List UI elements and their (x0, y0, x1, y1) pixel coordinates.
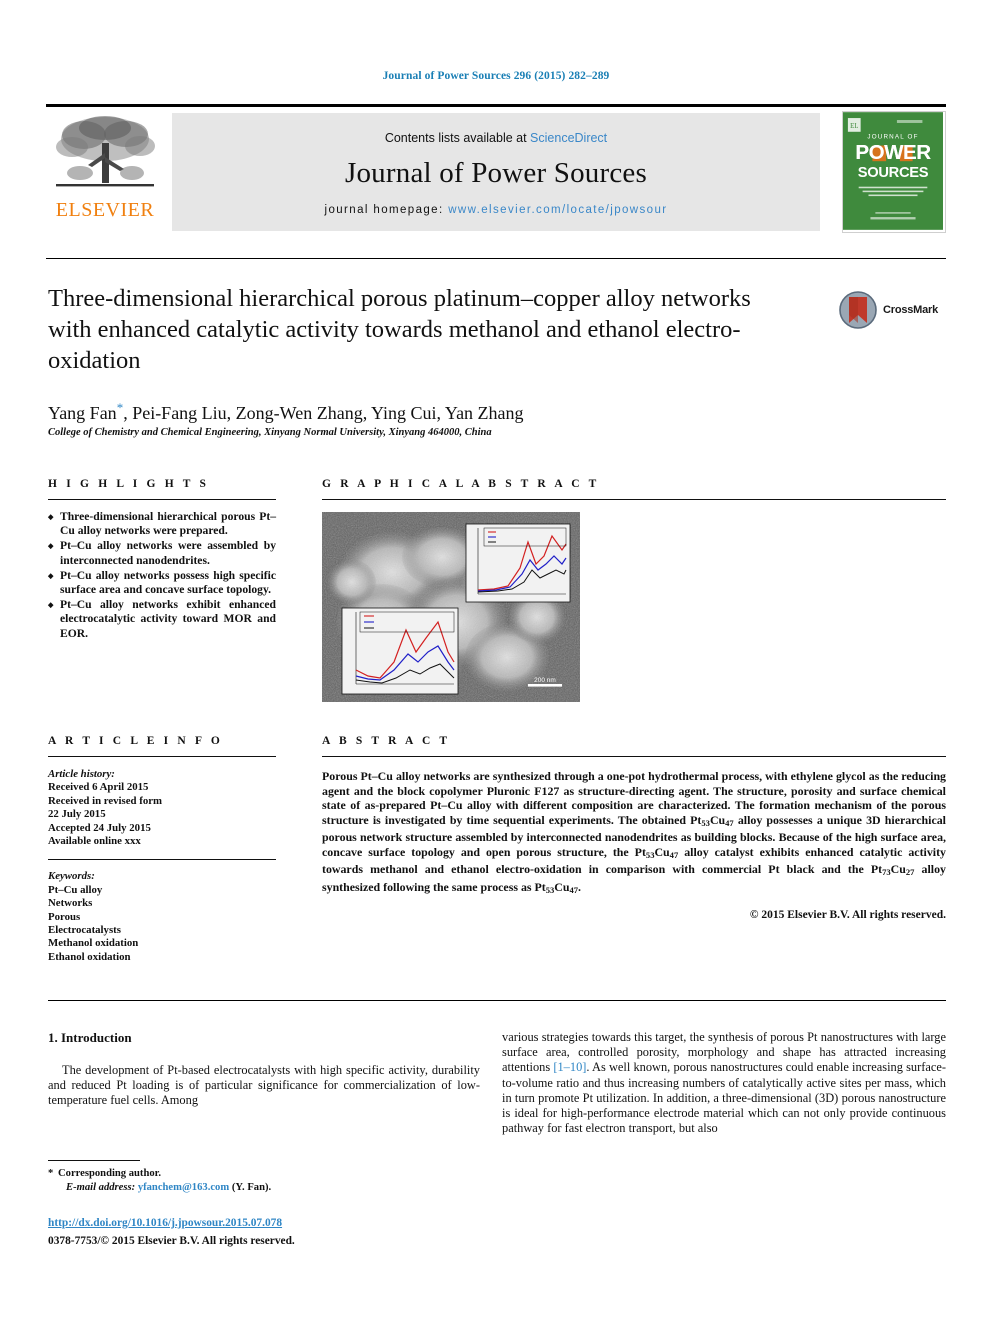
highlights-divider (48, 499, 276, 500)
paper-page: Journal of Power Sources 296 (2015) 282–… (0, 0, 992, 1323)
article-history-label: Article history: (48, 768, 115, 780)
keyword-item: Ethanol oxidation (48, 950, 131, 963)
abstract-divider (322, 756, 946, 757)
email-note: E-mail address: yfanchem@163.com (Y. Fan… (48, 1181, 480, 1195)
abstract-sub: 47 (725, 817, 734, 828)
footnote-divider (48, 1160, 140, 1161)
crossmark-icon (839, 291, 877, 329)
doi-link[interactable]: http://dx.doi.org/10.1016/j.jpowsour.201… (48, 1217, 518, 1229)
citation-link[interactable]: [1–10] (553, 1060, 586, 1074)
keywords-list: Keywords: Pt–Cu alloy Networks Porous El… (48, 870, 276, 964)
list-item: Pt–Cu alloy networks possess high specif… (48, 569, 276, 597)
corresponding-author-note: * Corresponding author. (48, 1167, 480, 1181)
svg-text:SOURCES: SOURCES (858, 165, 929, 181)
history-item: Available online xxx (48, 835, 141, 848)
abstract-heading: A B S T R A C T (322, 735, 451, 747)
abstract-section: A B S T R A C T Porous Pt–Cu alloy netwo… (322, 735, 946, 921)
keyword-item: Networks (48, 897, 93, 910)
abstract-sub: 53 (701, 817, 710, 828)
highlights-section: H I G H L I G H T S Three-dimensional hi… (48, 478, 276, 642)
author-list: Yang Fan*, Pei-Fang Liu, Zong-Wen Zhang,… (48, 400, 848, 424)
affiliation: College of Chemistry and Chemical Engine… (48, 427, 492, 438)
footnote-star: * (48, 1168, 54, 1179)
body-column-right: various strategies towards this target, … (502, 1030, 946, 1136)
history-item: 22 July 2015 (48, 808, 106, 821)
elsevier-tree-icon (50, 113, 160, 201)
contents-prefix: Contents lists available at (384, 130, 531, 145)
graphical-abstract-divider (322, 499, 946, 500)
graphical-abstract-section: G R A P H I C A L A B S T R A C T 200 nm (322, 478, 946, 702)
running-head: Journal of Power Sources 296 (2015) 282–… (382, 70, 610, 82)
inset-plot-methanol (341, 607, 459, 695)
abstract-part: Cu (709, 812, 726, 827)
body-column-left: 1. Introduction The development of Pt-ba… (48, 1030, 480, 1109)
page-title: Three-dimensional hierarchical porous pl… (48, 285, 751, 374)
journal-cover-thumbnail: EL JOURNAL OF POWER POWER SOURCES (842, 111, 946, 233)
corresponding-author-text: Corresponding author. (58, 1168, 162, 1179)
keywords-divider (48, 859, 276, 861)
history-item: Received 6 April 2015 (48, 781, 149, 794)
journal-homepage-line: journal homepage: www.elsevier.com/locat… (325, 204, 668, 216)
article-history: Article history: Received 6 April 2015 R… (48, 768, 276, 848)
crossmark-label: CrossMark (883, 304, 939, 316)
abstract-part: . (578, 879, 581, 894)
history-item: Accepted 24 July 2015 (48, 821, 151, 834)
keywords-label: Keywords: (48, 870, 95, 883)
keyword-item: Electrocatalysts (48, 924, 121, 937)
issn-copyright-line: 0378-7753/© 2015 Elsevier B.V. All right… (48, 1235, 295, 1247)
masthead-center-panel: Contents lists available at ScienceDirec… (172, 113, 820, 231)
list-item: Three-dimensional hierarchical porous Pt… (48, 510, 276, 538)
contents-available-line: Contents lists available at ScienceDirec… (385, 131, 607, 145)
homepage-link[interactable]: www.elsevier.com/locate/jpowsour (448, 204, 667, 216)
email-link[interactable]: yfanchem@163.com (138, 1182, 229, 1193)
list-item: Pt–Cu alloy networks were assembled by i… (48, 539, 276, 567)
crossmark-badge[interactable]: CrossMark (838, 288, 942, 332)
email-label: E-mail address: (66, 1181, 136, 1193)
keyword-item: Methanol oxidation (48, 937, 139, 950)
list-item: Pt–Cu alloy networks exhibit enhanced el… (48, 598, 276, 641)
intro-paragraph-left: The development of Pt-based electrocatal… (48, 1063, 480, 1108)
intro-paragraph-right: various strategies towards this target, … (502, 1030, 946, 1136)
abstract-part: Cu (554, 879, 570, 894)
article-info-heading: A R T I C L E I N F O (48, 735, 223, 747)
elsevier-wordmark: ELSEVIER (55, 199, 155, 221)
article-info-section: A R T I C L E I N F O Article history: R… (48, 735, 276, 964)
author-rest: , Pei-Fang Liu, Zong-Wen Zhang, Ying Cui… (123, 403, 524, 423)
title-divider (46, 258, 946, 259)
svg-text:POWER: POWER (855, 141, 931, 164)
abstract-sub: 47 (669, 849, 679, 860)
abstract-part: Cu (654, 844, 670, 859)
journal-masthead: ELSEVIER Contents lists available at Sci… (46, 104, 946, 233)
abstract-sub: 53 (545, 884, 555, 895)
abstract-copyright: © 2015 Elsevier B.V. All rights reserved… (749, 909, 946, 922)
keyword-item: Porous (48, 910, 81, 923)
graphical-abstract-image: 200 nm (322, 512, 580, 702)
graphical-abstract-heading: G R A P H I C A L A B S T R A C T (322, 478, 600, 490)
svg-text:EL: EL (850, 123, 858, 130)
abstract-part: Cu (890, 862, 906, 877)
history-item: Received in revised form (48, 794, 163, 807)
body-divider (48, 1000, 946, 1001)
abstract-sub: 73 (882, 867, 891, 878)
email-suffix: (Y. Fan). (231, 1181, 272, 1193)
highlights-heading: H I G H L I G H T S (48, 478, 210, 490)
abstract-body: Porous Pt–Cu alloy networks are synthesi… (322, 769, 946, 897)
article-info-divider (48, 756, 276, 757)
svg-text:JOURNAL OF: JOURNAL OF (867, 134, 918, 141)
keyword-item: Pt–Cu alloy (48, 883, 103, 896)
journal-title: Journal of Power Sources (345, 156, 647, 189)
sciencedirect-link[interactable]: ScienceDirect (530, 131, 607, 145)
abstract-sub: 47 (569, 884, 579, 895)
svg-text:200 nm: 200 nm (534, 677, 556, 684)
elsevier-logo: ELSEVIER (46, 113, 164, 231)
highlights-list: Three-dimensional hierarchical porous Pt… (48, 510, 276, 641)
doi-block: http://dx.doi.org/10.1016/j.jpowsour.201… (48, 1217, 518, 1249)
section-heading-introduction: 1. Introduction (48, 1030, 132, 1045)
inset-plot-ethanol (465, 523, 571, 603)
homepage-prefix: journal homepage: (324, 203, 449, 216)
author-first: Yang Fan (48, 403, 117, 423)
footnote-block: * Corresponding author. E-mail address: y… (48, 1160, 480, 1194)
